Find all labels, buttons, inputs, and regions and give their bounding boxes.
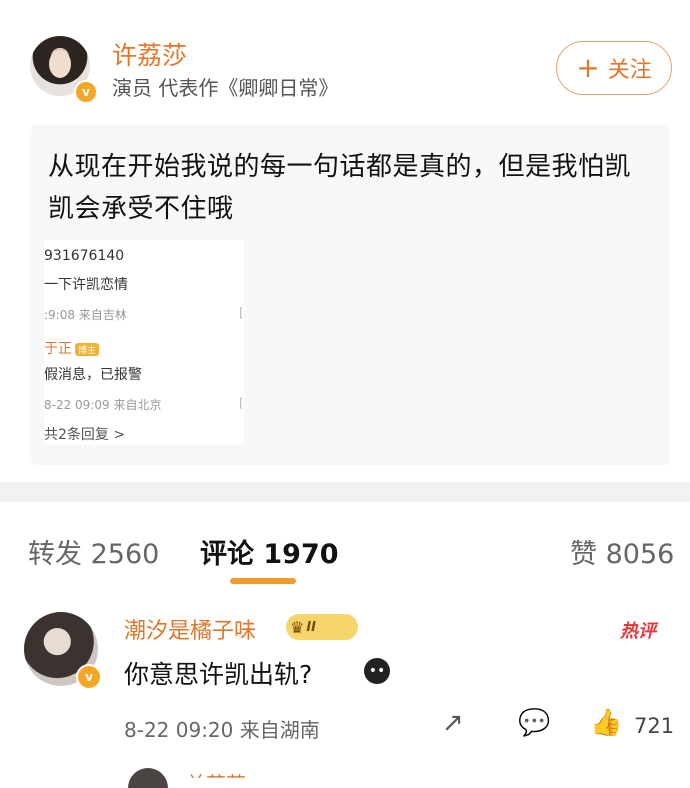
poster-description: 演员 代表作《卿卿日常》 [112,76,339,100]
crown-icon: ♛ [290,617,305,637]
reply-icon[interactable]: 💬 [518,710,550,736]
next-commenter-name[interactable]: 兰若若 [186,768,246,778]
shot-bracket-2: [ [239,396,244,410]
shot-reply-text: 假消息，已报警 [44,367,142,383]
embedded-screenshot-image[interactable]: 931676140 一下许凯恋情 :9:08 来自吉林 [ 于正 博主 假消息，已… [44,240,244,445]
shot-user-row: 于正 博主 [44,338,100,358]
like-count: 721 [634,714,675,738]
poster-name[interactable]: 许荔莎 [112,36,187,72]
active-tab-indicator [230,578,296,584]
next-commenter-avatar[interactable] [128,768,168,788]
shot-line-3: :9:08 来自吉林 [44,308,127,322]
shot-bracket-1: [ [239,306,244,320]
commenter-name[interactable]: 潮汐是橘子味 [124,613,256,645]
section-divider [0,482,690,502]
hot-comment-tag: 热评 [620,621,656,642]
comment-meta: 8-22 09:20 来自湖南 [124,718,320,742]
shot-more-replies: 共2条回复 > [44,427,126,443]
vip-level: II [306,619,317,635]
tab-repost[interactable]: 转发 2560 [28,532,159,571]
vip-crown-badge: ♛ II [286,614,358,640]
verified-badge-icon: v [74,80,98,104]
plus-icon: + [576,51,600,84]
tab-comments[interactable]: 评论 1970 [200,532,339,571]
commenter-verified-icon: v [76,664,102,690]
shot-reply-meta: 8-22 09:09 来自北京 [44,398,162,412]
avatar-face [49,50,71,78]
shot-line-1: 931676140 [44,248,125,264]
share-icon[interactable]: ↗ [442,710,464,736]
emoji-icon: •• [364,658,390,684]
follow-label: 关注 [607,58,652,83]
like-icon[interactable]: 👍 [590,710,622,736]
shot-line-2: 一下许凯恋情 [44,277,128,293]
follow-button[interactable]: + 关注 [556,41,672,95]
shot-user: 于正 [44,341,72,357]
shot-badge: 博主 [75,342,100,356]
comment-text: 你意思许凯出轨? [124,660,313,689]
post-text: 从现在开始我说的每一句话都是真的，但是我怕凯凯会承受不住哦 [48,152,632,224]
tab-likes[interactable]: 赞 8056 [570,532,674,571]
